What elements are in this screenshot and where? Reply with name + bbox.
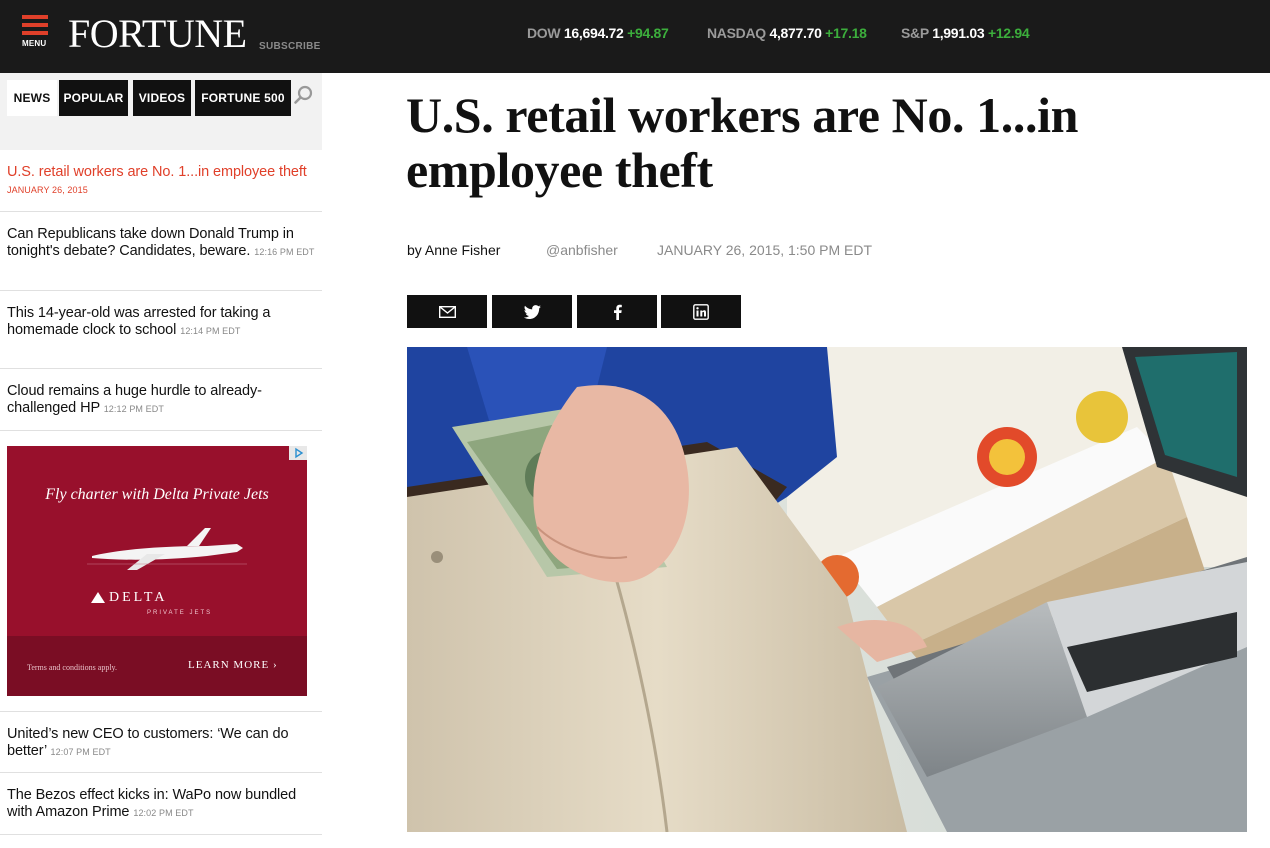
sidebar-story[interactable]: U.S. retail workers are No. 1...in emplo…: [0, 150, 322, 212]
menu-button[interactable]: MENU: [22, 15, 50, 51]
ticker-nasdaq[interactable]: NASDAQ 4,877.70 +17.18: [707, 25, 867, 41]
story-time: 12:12 PM EDT: [103, 403, 164, 414]
search-icon[interactable]: [293, 84, 315, 106]
story-title: The Bezos effect kicks in: WaPo now bund…: [7, 787, 315, 821]
story-title: Can Republicans take down Donald Trump i…: [7, 226, 315, 260]
ticker-name: DOW: [527, 25, 561, 41]
twitter-icon: [523, 304, 541, 319]
ad-headline: Fly charter with Delta Private Jets: [45, 486, 269, 503]
private-jet-icon: [87, 528, 247, 570]
top-bar: MENU FORTUNE SUBSCRIBE DOW 16,694.72 +94…: [0, 0, 1270, 73]
tab-videos[interactable]: VIDEOS: [133, 80, 191, 116]
share-twitter-button[interactable]: [492, 295, 572, 328]
facebook-icon: [613, 304, 622, 320]
article-hero-image: [407, 347, 1247, 832]
employee-theft-photo: [407, 347, 1247, 832]
hamburger-icon: [22, 31, 48, 35]
story-title-text: U.S. retail workers are No. 1...in emplo…: [7, 164, 307, 180]
tab-popular[interactable]: POPULAR: [59, 80, 128, 116]
story-time: JANUARY 26, 2015: [7, 184, 88, 195]
article-headline: U.S. retail workers are No. 1...in emplo…: [406, 87, 1078, 198]
story-title: This 14-year-old was arrested for taking…: [7, 305, 315, 339]
story-title: U.S. retail workers are No. 1...in emplo…: [7, 164, 315, 198]
story-time: 12:02 PM EDT: [133, 807, 194, 818]
ad-brand: DELTA: [109, 590, 168, 605]
ad-brand-sub: PRIVATE JETS: [147, 610, 213, 616]
story-title-text: Can Republicans take down Donald Trump i…: [7, 226, 294, 259]
tab-news[interactable]: NEWS: [7, 80, 57, 116]
story-time: 12:14 PM EDT: [180, 325, 241, 336]
ad-learn-more-button[interactable]: LEARN MORE ›: [188, 659, 278, 671]
ticker-sp[interactable]: S&P 1,991.03 +12.94: [901, 25, 1030, 41]
ad-footer: Terms and conditions apply. LEARN MORE ›: [7, 636, 307, 696]
share-facebook-button[interactable]: [577, 295, 657, 328]
sidebar-story[interactable]: This 14-year-old was arrested for taking…: [0, 291, 322, 369]
email-icon: [438, 305, 456, 318]
ticker-name: S&P: [901, 25, 929, 41]
author-handle: @anbfisher: [546, 242, 618, 258]
ticker-change: +94.87: [627, 25, 669, 41]
story-title: United’s new CEO to customers: ‘We can d…: [7, 726, 315, 760]
adchoices-icon[interactable]: [289, 446, 307, 460]
story-time: 12:16 PM EDT: [254, 246, 315, 257]
story-title: Cloud remains a huge hurdle to already-c…: [7, 383, 315, 417]
hamburger-icon: [22, 23, 48, 27]
ticker-change: +12.94: [987, 25, 1030, 41]
share-linkedin-button[interactable]: [661, 295, 741, 328]
sidebar-tabs: NEWS POPULAR VIDEOS FORTUNE 500: [0, 73, 322, 150]
share-email-button[interactable]: [407, 295, 487, 328]
sidebar-story[interactable]: United’s new CEO to customers: ‘We can d…: [0, 711, 322, 773]
author-twitter-handle[interactable]: @anbfisher: [546, 242, 618, 258]
menu-label: MENU: [22, 39, 47, 48]
ad-terms: Terms and conditions apply.: [27, 663, 118, 672]
article-date: JANUARY 26, 2015, 1:50 PM EDT: [657, 242, 872, 258]
author-name: by Anne Fisher: [407, 242, 501, 258]
ticker-value: 1,991.03: [932, 25, 985, 41]
article-author[interactable]: by Anne Fisher: [407, 242, 500, 258]
article-date-text: JANUARY 26, 2015, 1:50 PM EDT: [657, 242, 873, 258]
news-sidebar: NEWS POPULAR VIDEOS FORTUNE 500 U.S. ret…: [0, 73, 322, 848]
ticker-dow[interactable]: DOW 16,694.72 +94.87: [527, 25, 669, 41]
subscribe-link[interactable]: SUBSCRIBE: [259, 41, 321, 52]
sidebar-story[interactable]: The Bezos effect kicks in: WaPo now bund…: [0, 773, 322, 835]
story-title-text: United’s new CEO to customers: ‘We can d…: [7, 726, 289, 759]
delta-logo-icon: [91, 592, 105, 603]
sidebar-story[interactable]: Can Republicans take down Donald Trump i…: [0, 212, 322, 291]
hamburger-icon: [22, 15, 48, 19]
ticker-change: +17.18: [825, 25, 867, 41]
fortune-logo[interactable]: FORTUNE: [68, 12, 247, 56]
ticker-value: 16,694.72: [563, 25, 624, 41]
story-time: 12:07 PM EDT: [50, 746, 111, 757]
ticker-name: NASDAQ: [707, 25, 766, 41]
sidebar-story[interactable]: Cloud remains a huge hurdle to already-c…: [0, 369, 322, 431]
delta-ad[interactable]: Fly charter with Delta Private Jets DELT…: [7, 446, 307, 696]
tab-fortune-500[interactable]: FORTUNE 500: [195, 80, 291, 116]
ticker-value: 4,877.70: [769, 25, 822, 41]
linkedin-icon: [693, 303, 709, 320]
